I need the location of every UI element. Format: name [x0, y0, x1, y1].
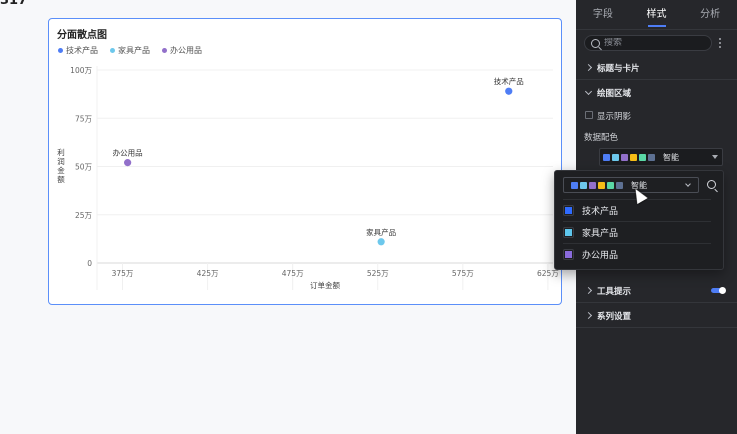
show-shadow-label: 显示阴影: [597, 112, 632, 122]
section-label: 工具提示: [597, 286, 632, 297]
chart-card[interactable]: 分面散点图 技术产品 家具产品 办公用品 0 25万 50万 75万 100万 375万 4…: [48, 18, 562, 305]
point-label: 办公用品: [113, 148, 143, 158]
panel-search[interactable]: [584, 35, 712, 51]
scatter-plot: 0 25万 50万 75万 100万 375万 425万 475万 525万 575万 625万订单…: [57, 66, 559, 290]
palette-swatch: [630, 153, 637, 161]
chevron-right-icon: [584, 286, 593, 295]
section-title-card[interactable]: 标题与卡片: [576, 56, 737, 80]
tooltip-toggle[interactable]: [711, 286, 726, 294]
scatter-point: [377, 238, 385, 246]
palette-swatch: [603, 153, 610, 161]
palette-swatch: [598, 181, 605, 189]
y-axis-title-char: 金: [57, 165, 65, 175]
search-icon[interactable]: [707, 180, 716, 189]
tab-analysis[interactable]: 分析: [683, 0, 737, 29]
page-number: 317: [0, 0, 28, 8]
palette-swatch: [639, 153, 646, 161]
section-series-settings[interactable]: 系列设置: [576, 304, 737, 328]
palette-swatch: [648, 153, 655, 161]
color-item-office[interactable]: 办公用品: [563, 243, 711, 265]
color-swatch[interactable]: [563, 205, 574, 216]
palette-swatch: [612, 153, 619, 161]
search-icon: [591, 38, 600, 48]
chevron-right-icon: [584, 311, 593, 320]
color-item-label: 家具产品: [582, 229, 619, 239]
y-axis-title-char: 额: [57, 174, 65, 184]
color-swatch[interactable]: [563, 249, 574, 260]
chevron-down-icon: [685, 181, 691, 187]
more-options-icon[interactable]: [719, 38, 722, 48]
chevron-down-icon: [584, 87, 593, 96]
section-label: 系列设置: [597, 311, 632, 322]
palette-swatch: [607, 181, 614, 189]
x-tick-label: 525万: [367, 269, 389, 278]
caret-down-icon: [712, 155, 718, 159]
data-color-label: 数据配色: [584, 133, 619, 143]
tab-fields[interactable]: 字段: [576, 0, 630, 29]
section-label: 标题与卡片: [597, 63, 640, 74]
color-popover: 智能 技术产品 家具产品 办公用品: [554, 170, 724, 270]
x-axis-title: 订单金额: [310, 280, 340, 290]
section-label: 绘图区域: [597, 89, 632, 99]
x-tick-label: 375万: [112, 269, 134, 278]
x-tick-label: 425万: [197, 269, 219, 278]
color-item-furniture[interactable]: 家具产品: [563, 221, 711, 243]
color-item-label: 办公用品: [582, 251, 619, 261]
y-tick-label: 50万: [75, 163, 93, 172]
show-shadow-checkbox[interactable]: [585, 111, 593, 119]
palette-swatch: [616, 181, 623, 189]
palette-name: 智能: [663, 152, 679, 162]
x-tick-label: 475万: [282, 269, 304, 278]
section-plot-area[interactable]: 绘图区域: [576, 81, 737, 105]
point-label: 技术产品: [494, 76, 524, 86]
color-swatch[interactable]: [563, 227, 574, 238]
y-tick-label: 100万: [70, 66, 92, 75]
scatter-point: [505, 87, 513, 95]
y-axis-title-char: 利: [57, 147, 65, 157]
panel-tabs: 字段 样式 分析: [576, 0, 737, 30]
scatter-point: [124, 159, 132, 167]
x-tick-label: 625万: [537, 269, 559, 278]
tab-style[interactable]: 样式: [630, 0, 684, 29]
x-tick-label: 575万: [452, 269, 474, 278]
y-tick-label: 75万: [75, 114, 93, 123]
point-label: 家具产品: [366, 227, 396, 237]
chevron-right-icon: [584, 63, 593, 72]
color-item-label: 技术产品: [582, 207, 619, 217]
palette-swatch: [571, 181, 578, 189]
y-axis-title-char: 润: [57, 156, 65, 166]
search-input[interactable]: [604, 38, 704, 48]
palette-swatch: [589, 181, 596, 189]
y-tick-label: 25万: [75, 211, 93, 220]
y-tick-label: 0: [87, 259, 92, 268]
palette-swatch: [580, 181, 587, 189]
palette-select[interactable]: 智能: [599, 148, 723, 166]
palette-swatch: [621, 153, 628, 161]
